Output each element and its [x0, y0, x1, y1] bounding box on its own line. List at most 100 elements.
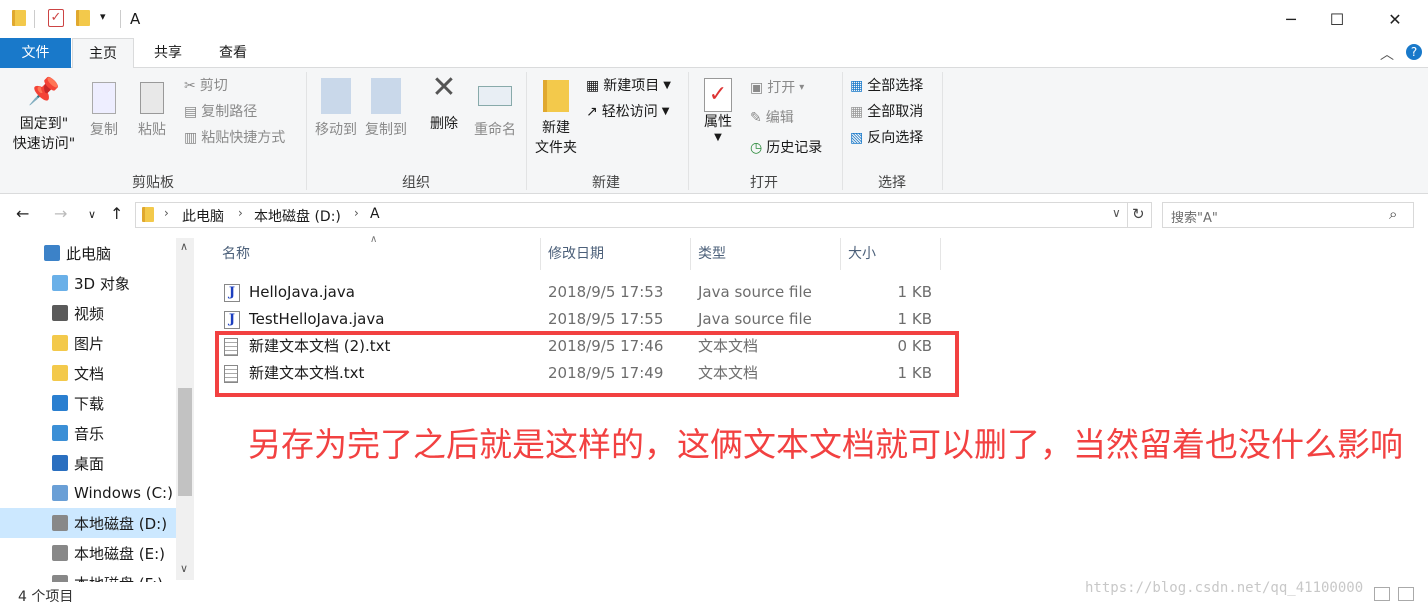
search-placeholder: 搜索"A" [1171, 211, 1218, 226]
customize-quick-access-icon[interactable]: ▾ [100, 10, 106, 23]
tab-share[interactable]: 共享 [138, 38, 198, 68]
refresh-button[interactable]: ↻ [1128, 202, 1152, 228]
scissors-icon: ✂ [184, 78, 196, 94]
pin-quick-access-button[interactable]: 📌 固定到" 快速访问" [8, 77, 80, 154]
easy-access-button[interactable]: ↗ 轻松访问 ▼ [586, 102, 669, 122]
new-folder-quick-icon[interactable] [76, 10, 90, 26]
copy-to-icon [371, 78, 401, 114]
drive-icon [52, 515, 68, 531]
divider [840, 238, 841, 270]
delete-button[interactable]: ✕ 删除 [422, 73, 466, 134]
close-button[interactable]: ✕ [1372, 0, 1418, 38]
forward-arrow-icon[interactable]: → [54, 204, 67, 223]
dropdown-arrow-icon: ▼ [714, 132, 722, 143]
rename-button[interactable]: 重命名 [470, 78, 520, 140]
scroll-down-icon[interactable]: ∨ [180, 562, 188, 575]
minimize-button[interactable]: ─ [1268, 0, 1314, 38]
refresh-icon: ↻ [1132, 205, 1145, 223]
group-label-organize: 组织 [402, 175, 430, 191]
paste-label: 粘贴 [138, 122, 166, 138]
breadcrumb-drive-d[interactable]: 本地磁盘 (D:) [254, 206, 341, 226]
copy-button[interactable]: 复制 [84, 82, 124, 140]
back-arrow-icon[interactable]: ← [16, 204, 29, 223]
divider [942, 72, 943, 190]
nav-scroll-thumb[interactable] [178, 388, 192, 496]
breadcrumb-this-pc[interactable]: 此电脑 [182, 206, 224, 226]
file-type: Java source file [698, 310, 812, 328]
file-row[interactable]: J TestHelloJava.java 2018/9/5 17:55 Java so… [216, 306, 936, 333]
copy-to-button[interactable]: 复制到 [362, 78, 410, 140]
pin-label-line1: 固定到" [19, 116, 69, 132]
pin-icon: 📌 [27, 77, 61, 107]
tab-view[interactable]: 查看 [202, 38, 264, 68]
nav-item[interactable]: 本地磁盘 (E:) [0, 538, 178, 568]
select-all-icon: ▦ [850, 78, 864, 94]
folder-icon [142, 207, 154, 222]
nav-item[interactable]: 本地磁盘 (D:) [0, 508, 178, 538]
nav-item[interactable]: 图片 [0, 328, 178, 358]
group-label-select: 选择 [878, 175, 906, 191]
edit-icon: ✎ [750, 110, 762, 126]
up-arrow-icon[interactable]: ↑ [110, 204, 123, 223]
nav-item[interactable]: 3D 对象 [0, 268, 178, 298]
move-to-button[interactable]: 移动到 [312, 78, 360, 140]
tab-file[interactable]: 文件 [0, 38, 71, 68]
search-input[interactable]: 搜索"A" ⌕ [1162, 202, 1414, 228]
nav-item[interactable]: 音乐 [0, 418, 178, 448]
annotation-text: 另存为完了之后就是这样的，这俩文本文档就可以删了，当然留着也没什么影响 [248, 425, 1403, 464]
paste-shortcut-button[interactable]: ▥ 粘贴快捷方式 [184, 128, 285, 148]
invert-selection-button[interactable]: ▧ 反向选择 [850, 128, 923, 148]
breadcrumb-folder-a[interactable]: A [370, 206, 380, 222]
edit-button[interactable]: ✎ 编辑 [750, 108, 794, 128]
ribbon: 📌 固定到" 快速访问" 复制 粘贴 ✂ 剪切 ▤ 复制路径 ▥ 粘贴快捷方式 剪贴板… [0, 68, 1428, 194]
copy-path-button[interactable]: ▤ 复制路径 [184, 102, 257, 122]
maximize-button[interactable]: ☐ [1314, 0, 1360, 38]
scroll-up-icon[interactable]: ∧ [180, 240, 188, 253]
properties-check-icon: ✓ [704, 78, 732, 112]
properties-button[interactable]: ✓ 属性 ▼ [696, 78, 740, 144]
nav-item-label: 本地磁盘 (D:) [74, 514, 168, 533]
properties-quick-icon[interactable]: ✓ [48, 9, 64, 27]
collapse-ribbon-icon[interactable]: ︿ [1380, 44, 1394, 64]
select-all-button[interactable]: ▦ 全部选择 [850, 76, 923, 96]
pictures-folder-icon [52, 335, 68, 351]
cut-button[interactable]: ✂ 剪切 [184, 76, 228, 96]
new-item-button[interactable]: ▦ 新建项目 ▼ [586, 76, 671, 96]
column-header-date[interactable]: 修改日期 [548, 238, 604, 270]
column-header-type[interactable]: 类型 [698, 238, 726, 270]
column-header-name[interactable]: 名称 [222, 238, 250, 270]
select-none-button[interactable]: ▦ 全部取消 [850, 102, 923, 122]
paste-button[interactable]: 粘贴 [132, 82, 172, 140]
address-dropdown-chevron-icon[interactable]: ∨ [1112, 206, 1121, 220]
pin-label-line2: 快速访问" [12, 136, 76, 152]
documents-folder-icon [52, 365, 68, 381]
nav-item[interactable]: Windows (C:) [0, 478, 178, 508]
open-icon: ▣ [750, 80, 764, 96]
file-name: HelloJava.java [249, 283, 355, 301]
file-row[interactable]: J HelloJava.java 2018/9/5 17:53 Java source… [216, 279, 936, 306]
nav-item[interactable]: 下载 [0, 388, 178, 418]
open-button[interactable]: ▣ 打开 ▾ [750, 78, 804, 98]
clipboard-icon [140, 82, 164, 114]
column-header-size[interactable]: 大小 [848, 238, 876, 270]
recent-locations-chevron-icon[interactable]: ∨ [88, 208, 96, 221]
drive-icon [52, 545, 68, 561]
highlight-box [215, 331, 959, 397]
history-button[interactable]: ◷ 历史记录 [750, 138, 822, 158]
divider [690, 238, 691, 270]
computer-icon [44, 245, 60, 261]
address-bar[interactable]: › 此电脑 › 本地磁盘 (D:) › A ∨ [135, 202, 1128, 228]
tab-home[interactable]: 主页 [72, 38, 134, 69]
large-icons-view-icon[interactable] [1398, 587, 1414, 601]
divider [120, 10, 121, 28]
new-folder-button[interactable]: 新建 文件夹 [530, 80, 582, 158]
nav-item[interactable]: 文档 [0, 358, 178, 388]
nav-item[interactable]: 此电脑 [0, 238, 178, 268]
nav-item[interactable]: 视频 [0, 298, 178, 328]
new-item-icon: ▦ [586, 78, 600, 94]
nav-item[interactable]: 桌面 [0, 448, 178, 478]
windows-drive-icon [52, 485, 68, 501]
help-icon[interactable]: ? [1406, 44, 1422, 60]
details-view-icon[interactable] [1374, 587, 1390, 601]
java-file-icon: J [224, 311, 240, 329]
